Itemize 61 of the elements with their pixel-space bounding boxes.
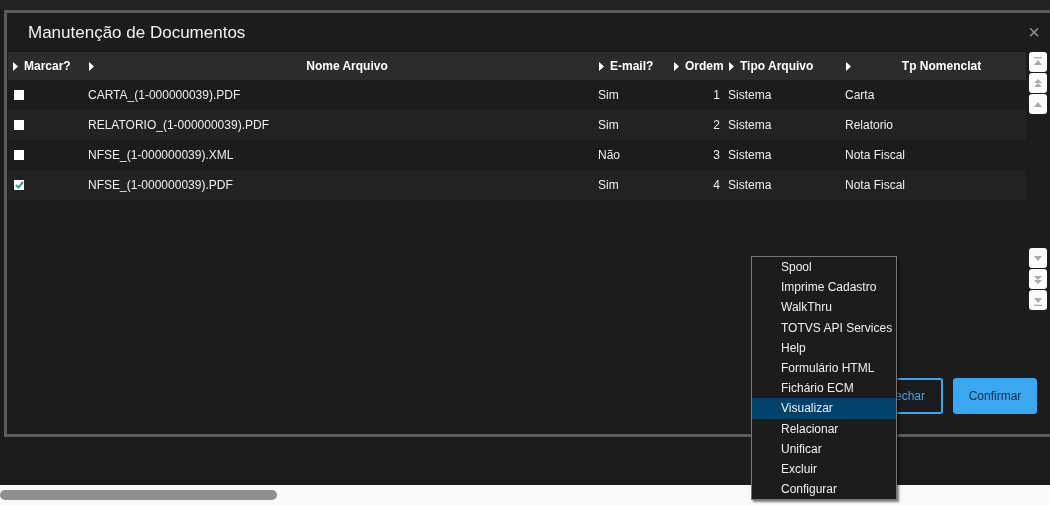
- table-cell-text: Sistema: [727, 88, 773, 102]
- table-cell-text: Carta: [844, 88, 876, 102]
- checkbox[interactable]: [14, 120, 24, 130]
- table-cell-text: 1: [712, 88, 721, 102]
- checkbox[interactable]: [14, 150, 24, 160]
- scroll-up-button[interactable]: [1029, 94, 1047, 114]
- caret-icon[interactable]: [846, 61, 851, 71]
- caret-icon[interactable]: [13, 61, 18, 71]
- column-header[interactable]: E-mail?: [610, 59, 654, 73]
- table-cell-text: Nota Fiscal: [844, 148, 907, 162]
- menu-item[interactable]: Relacionar: [752, 418, 896, 439]
- page-up-button[interactable]: [1029, 73, 1047, 93]
- table-cell-text: 4: [712, 178, 721, 192]
- table-cell-text: 3: [712, 148, 721, 162]
- menu-item[interactable]: Unificar: [752, 438, 896, 459]
- table-cell-text: Nota Fiscal: [844, 178, 907, 192]
- scroll-top-icon: [1033, 56, 1043, 68]
- column-header[interactable]: Tp Nomenclat: [857, 59, 1026, 73]
- dialog-title: Manutenção de Documentos: [28, 22, 246, 43]
- menu-item[interactable]: Imprime Cadastro: [752, 277, 896, 298]
- double-down-icon: [1033, 273, 1043, 285]
- caret-icon[interactable]: [599, 61, 604, 71]
- menu-item[interactable]: Configurar: [752, 479, 896, 500]
- table-cell-text: 2: [712, 118, 721, 132]
- page-down-button[interactable]: [1029, 269, 1047, 289]
- checkbox[interactable]: [14, 90, 24, 100]
- table-cell-text: NFSE_(1-000000039).PDF: [87, 178, 234, 192]
- table-cell-text: NFSE_(1-000000039).XML: [87, 148, 235, 162]
- checkbox[interactable]: [14, 180, 24, 190]
- caret-icon[interactable]: [674, 61, 679, 71]
- caret-icon[interactable]: [729, 61, 734, 71]
- menu-item[interactable]: WalkThru: [752, 297, 896, 318]
- table-cell-text: RELATORIO_(1-000000039).PDF: [87, 118, 270, 132]
- horizontal-scrollbar[interactable]: [0, 485, 1050, 505]
- table-cell-text: Sim: [597, 118, 620, 132]
- menu-item[interactable]: Excluir: [752, 458, 896, 480]
- scroll-down-button[interactable]: [1029, 248, 1047, 268]
- double-up-icon: [1033, 77, 1043, 89]
- table-cell-text: Sistema: [727, 178, 773, 192]
- table-cell-text: Não: [597, 148, 621, 162]
- scrollbar-thumb[interactable]: [0, 490, 277, 500]
- table-cell-text: Sistema: [727, 148, 773, 162]
- table-cell-text: Sim: [597, 178, 620, 192]
- scroll-bottom-button[interactable]: [1029, 290, 1047, 310]
- close-button[interactable]: ×: [1028, 21, 1040, 44]
- menu-item[interactable]: Visualizar: [752, 398, 896, 419]
- table-cell-text: Sim: [597, 88, 620, 102]
- confirm-button[interactable]: Confirmar: [953, 378, 1037, 414]
- menu-item[interactable]: Spool: [752, 257, 896, 278]
- table-cell-text: Relatorio: [844, 118, 895, 132]
- table-cell-text: CARTA_(1-000000039).PDF: [87, 88, 242, 102]
- column-header[interactable]: Nome Arquivo: [100, 59, 594, 73]
- column-header[interactable]: Marcar?: [24, 59, 71, 73]
- menu-item[interactable]: Formulário HTML: [752, 357, 896, 379]
- column-header[interactable]: Tipo Arquivo: [740, 59, 814, 73]
- table-cell-text: Sistema: [727, 118, 773, 132]
- caret-icon[interactable]: [89, 61, 94, 71]
- column-header[interactable]: Ordem: [685, 59, 724, 73]
- menu-item[interactable]: TOTVS API Services: [752, 317, 896, 338]
- menu-item[interactable]: Help: [752, 337, 896, 358]
- scroll-top-button[interactable]: [1029, 52, 1047, 72]
